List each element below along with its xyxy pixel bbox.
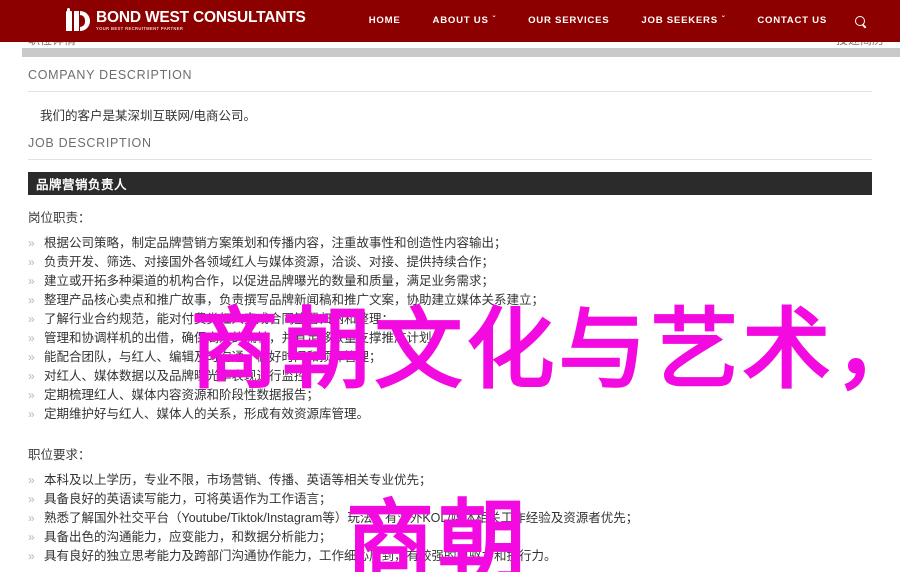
page-divider-edge	[0, 47, 22, 57]
company-description-title: COMPANY DESCRIPTION	[28, 68, 193, 82]
list-item: 负责开发、筛选、对接国外各领域红人与媒体资源，洽谈、对接、提供持续合作；	[0, 253, 900, 272]
list-item: 定期梳理红人、媒体内容资源和阶段性数据报告；	[0, 386, 900, 405]
search-icon	[855, 15, 866, 27]
list-item: 熟悉了解国外社交平台（Youtube/Tiktok/Instagram等）玩法，…	[0, 509, 900, 528]
list-item: 对红人、媒体数据以及品牌曝光率表现进行监控；	[0, 367, 900, 386]
brand-tagline: YOUR BEST RECRUITMENT PARTNER	[96, 26, 184, 31]
job-description-title: JOB DESCRIPTION	[28, 136, 152, 150]
duties-list: 根据公司策略，制定品牌营销方案策划和传播内容，注重故事性和创造性内容输出； 负责…	[0, 234, 900, 424]
divider	[28, 91, 872, 92]
page-divider-band	[0, 47, 900, 57]
company-description-text: 我们的客户是某深圳互联网/电商公司。	[40, 109, 256, 123]
duties-heading: 岗位职责：	[28, 211, 91, 225]
requirements-heading: 职位要求：	[28, 448, 91, 462]
list-item: 整理产品核心卖点和推广故事，负责撰写品牌新闻稿和推广文案，协助建立媒体关系建立；	[0, 291, 900, 310]
site-logo[interactable]: BOND WEST CONSULTANTS YOUR BEST RECRUITM…	[66, 8, 306, 32]
search-button[interactable]	[843, 15, 872, 27]
nav-label: CONTACT US	[757, 15, 827, 26]
nav-item-job-seekers[interactable]: JOB SEEKERS ˇ	[625, 0, 741, 42]
chevron-down-icon: ˇ	[492, 15, 497, 24]
list-item: 了解行业合约规范，能对付费类红人完成合同签署归纳和整理；	[0, 310, 900, 329]
clipped-tab-row: 职位详情 投递简历	[0, 42, 900, 48]
main-nav: HOME ABOUT US ˇ OUR SERVICES JOB SEEKERS…	[353, 0, 872, 42]
list-item: 定期维护好与红人、媒体人的关系，形成有效资源库管理。	[0, 405, 900, 424]
list-item: 能配合团队，与红人、编辑及时沟通，做好时间和预算管理；	[0, 348, 900, 367]
clipped-tab-left[interactable]: 职位详情	[0, 42, 76, 48]
nav-item-contact-us[interactable]: CONTACT US	[741, 0, 843, 42]
list-item: 具备良好的英语读写能力，可将英语作为工作语言；	[0, 490, 900, 509]
page-root: BOND WEST CONSULTANTS YOUR BEST RECRUITM…	[0, 0, 900, 572]
site-header: BOND WEST CONSULTANTS YOUR BEST RECRUITM…	[0, 0, 900, 42]
clipped-tab-right[interactable]: 投递简历	[808, 42, 900, 48]
bond-west-mark-icon	[66, 8, 90, 32]
nav-label: ABOUT US	[432, 15, 489, 26]
list-item: 具有良好的独立思考能力及跨部门沟通协作能力，工作细心周到，有较强的自驱力和执行力…	[0, 547, 900, 566]
nav-label: OUR SERVICES	[528, 15, 610, 26]
nav-item-home[interactable]: HOME	[353, 0, 417, 42]
main-content: COMPANY DESCRIPTION 我们的客户是某深圳互联网/电商公司。 J…	[0, 57, 900, 566]
brand-name: BOND WEST CONSULTANTS	[96, 9, 306, 26]
list-item: 管理和协调样机的出借，确保高效的流转，并有足够数量支撑推广计划；	[0, 329, 900, 348]
divider	[28, 159, 872, 160]
job-title: 品牌营销负责人	[36, 178, 128, 192]
list-item: 本科及以上学历，专业不限，市场营销、传播、英语等相关专业优先；	[0, 471, 900, 490]
nav-label: HOME	[368, 15, 401, 26]
nav-item-our-services[interactable]: OUR SERVICES	[512, 0, 625, 42]
list-item: 建立或开拓多种渠道的机构合作，以促进品牌曝光的数量和质量，满足业务需求；	[0, 272, 900, 291]
requirements-list: 本科及以上学历，专业不限，市场营销、传播、英语等相关专业优先； 具备良好的英语读…	[0, 471, 900, 566]
list-item: 根据公司策略，制定品牌营销方案策划和传播内容，注重故事性和创造性内容输出；	[0, 234, 900, 253]
nav-item-about-us[interactable]: ABOUT US ˇ	[417, 0, 513, 42]
nav-label: JOB SEEKERS	[641, 15, 718, 26]
chevron-down-icon: ˇ	[721, 15, 726, 24]
job-title-bar: 品牌营销负责人	[28, 172, 872, 195]
list-item: 具备出色的沟通能力，应变能力，和数据分析能力；	[0, 528, 900, 547]
